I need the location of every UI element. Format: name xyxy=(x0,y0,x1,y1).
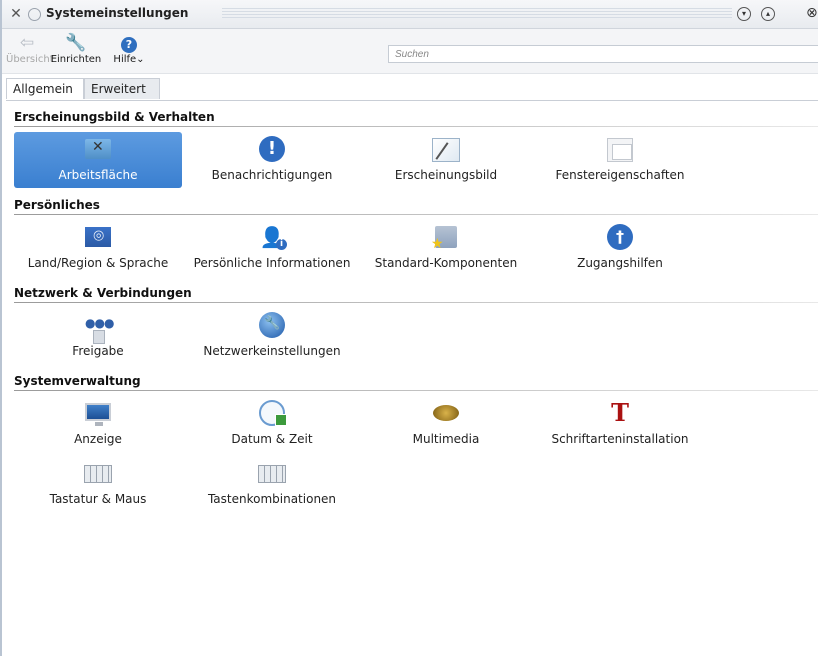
help-label: Hilfe xyxy=(113,54,137,65)
appearance-icon xyxy=(432,138,460,162)
item-font-installation[interactable]: T Schriftarteninstallation xyxy=(536,396,704,452)
tab-general[interactable]: Allgemein xyxy=(6,78,84,99)
flag-icon xyxy=(85,227,111,247)
minimize-button[interactable]: ▾ xyxy=(737,7,751,21)
chevron-down-icon: ⌄ xyxy=(136,54,145,65)
item-label: Anzeige xyxy=(74,432,122,446)
item-display[interactable]: Anzeige xyxy=(14,396,182,452)
item-keyboard-mouse[interactable]: Tastatur & Maus xyxy=(14,456,182,512)
item-accessibility[interactable]: † Zugangshilfen xyxy=(536,220,704,276)
item-label: Datum & Zeit xyxy=(231,432,313,446)
item-label: Land/Region & Sprache xyxy=(27,256,169,270)
section-title-personal: Persönliches xyxy=(14,198,100,212)
item-sharing[interactable]: ●●● Freigabe xyxy=(14,308,182,364)
wrench-icon: 🔧 xyxy=(65,33,87,53)
window-menu-icon[interactable] xyxy=(26,6,42,22)
close-button[interactable]: ⊗ xyxy=(806,5,818,21)
item-label: Fenstereigenschaften xyxy=(555,168,685,182)
clock-icon xyxy=(259,400,287,426)
item-window-properties[interactable]: Fenstereigenschaften xyxy=(536,132,704,188)
section-divider xyxy=(14,126,818,127)
system-settings-window: ✕ Systemeinstellungen ▾ ▴ ⊗ ⇦ Übersicht … xyxy=(0,0,818,656)
item-label: Tastenkombinationen xyxy=(207,492,337,506)
item-label: Persönliche Informationen xyxy=(193,256,351,270)
default-components-icon xyxy=(431,226,457,252)
item-label: Netzwerkeinstellungen xyxy=(203,344,341,358)
back-arrow-icon: ⇦ xyxy=(19,33,35,53)
overview-label: Übersicht xyxy=(6,54,54,65)
item-country-language[interactable]: Land/Region & Sprache xyxy=(14,220,182,276)
desktop-icon xyxy=(85,139,111,159)
settings-content: Erscheinungsbild & Verhalten Arbeitsfläc… xyxy=(8,105,818,656)
item-default-components[interactable]: Standard-Komponenten xyxy=(362,220,530,276)
toolbar: ⇦ Übersicht 🔧 Einrichten ? Hilfe⌄ xyxy=(0,29,818,74)
item-label: Tastatur & Maus xyxy=(49,492,147,506)
setup-button[interactable]: 🔧 Einrichten xyxy=(50,32,102,65)
maximize-button[interactable]: ▴ xyxy=(761,7,775,21)
section-title-network: Netzwerk & Verbindungen xyxy=(14,286,192,300)
item-label: Erscheinungsbild xyxy=(394,168,498,182)
setup-label: Einrichten xyxy=(50,54,102,65)
item-label: Zugangshilfen xyxy=(577,256,663,270)
item-shortcuts[interactable]: Tastenkombinationen xyxy=(188,456,356,512)
display-icon xyxy=(85,403,111,426)
overview-button[interactable]: ⇦ Übersicht xyxy=(6,32,54,65)
help-button[interactable]: ? Hilfe⌄ xyxy=(106,32,152,65)
section-divider xyxy=(14,302,818,303)
section-divider xyxy=(14,390,818,391)
item-network-settings[interactable]: Netzwerkeinstellungen xyxy=(188,308,356,364)
item-label: Schriftarteninstallation xyxy=(551,432,689,446)
tab-advanced[interactable]: Erweitert xyxy=(84,78,160,99)
section-title-system: Systemverwaltung xyxy=(14,374,141,388)
title-bar-grip xyxy=(222,8,732,20)
app-tools-icon[interactable]: ✕ xyxy=(8,6,24,22)
accessibility-icon: † xyxy=(607,224,633,250)
item-notifications[interactable]: ! Benachrichtigungen xyxy=(188,132,356,188)
help-icon: ? xyxy=(106,32,152,54)
item-date-time[interactable]: Datum & Zeit xyxy=(188,396,356,452)
font-icon: T xyxy=(611,398,629,427)
item-desktop[interactable]: Arbeitsfläche xyxy=(14,132,182,188)
section-divider xyxy=(14,214,818,215)
notification-icon: ! xyxy=(259,136,285,162)
search-input[interactable] xyxy=(388,45,818,63)
item-label: Benachrichtigungen xyxy=(211,168,333,182)
tab-divider xyxy=(6,100,818,101)
item-multimedia[interactable]: Multimedia xyxy=(362,396,530,452)
personal-info-icon: 👤 xyxy=(259,224,287,250)
shortcuts-icon xyxy=(258,465,286,483)
sharing-icon: ●●● xyxy=(85,317,114,344)
window-properties-icon xyxy=(607,138,633,162)
window-title: Systemeinstellungen xyxy=(46,6,189,20)
title-bar[interactable]: ✕ Systemeinstellungen ▾ ▴ ⊗ xyxy=(0,0,818,29)
item-label: Arbeitsfläche xyxy=(58,168,138,182)
speaker-icon xyxy=(433,405,459,421)
network-settings-icon xyxy=(259,312,285,338)
item-label: Freigabe xyxy=(72,344,124,358)
keyboard-icon xyxy=(84,465,112,483)
item-appearance[interactable]: Erscheinungsbild xyxy=(362,132,530,188)
section-title-appearance: Erscheinungsbild & Verhalten xyxy=(14,110,215,124)
item-label: Standard-Komponenten xyxy=(374,256,518,270)
item-label: Multimedia xyxy=(412,432,480,446)
item-personal-info[interactable]: 👤 Persönliche Informationen xyxy=(188,220,356,276)
